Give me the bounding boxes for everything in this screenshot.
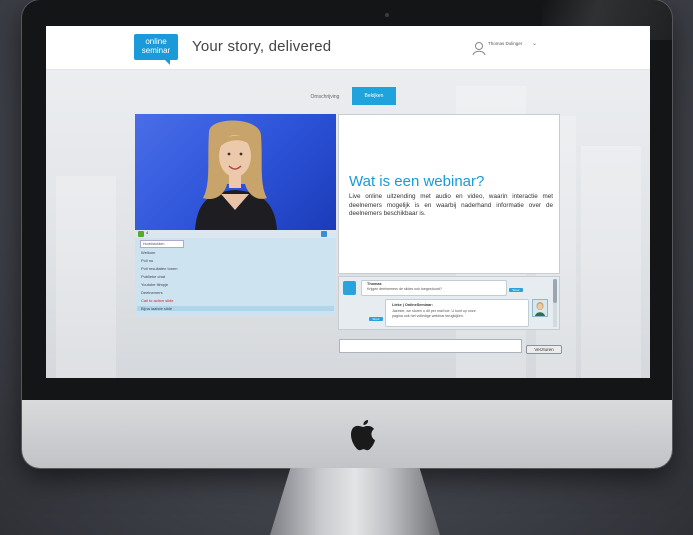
background-building [56,176,116,378]
chapter-list: Hoofdstukken Welkom Poll nu Poll resulta… [135,238,336,316]
moderator-avatar [532,299,548,317]
chat-reply-chip[interactable]: Stuur [509,288,523,292]
chat-message-author: Thomas [367,282,382,286]
apple-logo-icon [351,420,375,451]
chat-input[interactable] [339,339,522,353]
user-name[interactable]: Thomas Dolinger [488,41,522,46]
moderator-avatar-image [535,302,545,316]
presentation-slide: Wat is een webinar? Live online uitzendi… [338,114,560,274]
chat-avatar-icon [343,281,356,295]
presenter-video-frame [195,120,277,230]
slide-body: Live online uitzending met audio en vide… [349,193,553,218]
video-player[interactable] [135,114,336,230]
chapter-item[interactable]: Publieke chat [141,274,165,279]
chat-scroll-thumb[interactable] [553,279,557,303]
chat-message-text: pagina ook het volledige webinar terugki… [392,314,464,318]
chapter-item[interactable]: Poll nu [141,258,153,263]
background-building [581,146,641,378]
chapter-item[interactable]: Welkom [141,250,155,255]
chat-message-text: Krijgen deelnemers de slides ook toegest… [367,287,442,291]
chat-panel: Thomas Krijgen deelnemers de slides ook … [338,276,560,330]
fullscreen-icon[interactable] [321,231,327,237]
chapter-header[interactable]: Hoofdstukken [140,240,184,248]
chevron-down-icon[interactable]: ⌄ [532,40,537,47]
chapter-item[interactable]: Poll resultaten tonen [141,266,177,271]
tagline: Your story, delivered [192,38,332,55]
time-display: 4 [146,230,149,235]
monitor-stand [270,468,440,535]
screen: online seminar Your story, delivered Tho… [46,26,650,378]
slide-title: Wat is een webinar? [349,173,485,190]
online-seminar-logo[interactable]: online seminar [134,34,178,65]
chat-reply-chip[interactable]: Stuur [369,317,383,321]
chapter-item-active[interactable]: Call to action slide [141,298,173,303]
monitor-chin [22,400,672,468]
chapter-item[interactable]: Deelnemers [141,290,163,295]
chapter-item[interactable]: Youtube filmpje [141,282,168,287]
tab-omschrijving[interactable]: Omschrijving [303,91,347,104]
logo-line-2: seminar [141,46,171,55]
send-button[interactable]: Verzturen [526,345,562,354]
logo-line-1: online [145,37,167,46]
camera-icon [385,13,389,17]
chat-message: Thomas Krijgen deelnemers de slides ook … [361,280,507,296]
chat-message: Lieke | OnlineSeminar: Jazeker, we sture… [385,299,529,327]
play-icon[interactable] [138,231,144,237]
top-bar: online seminar Your story, delivered Tho… [46,26,650,70]
chapter-item-selected[interactable]: Bijna laatste slide [137,306,334,311]
chat-scrollbar[interactable] [553,279,557,327]
chat-message-author: Lieke | OnlineSeminar: [392,303,433,307]
user-icon [472,42,486,55]
tab-bekijken[interactable]: Bekijken [352,87,396,105]
